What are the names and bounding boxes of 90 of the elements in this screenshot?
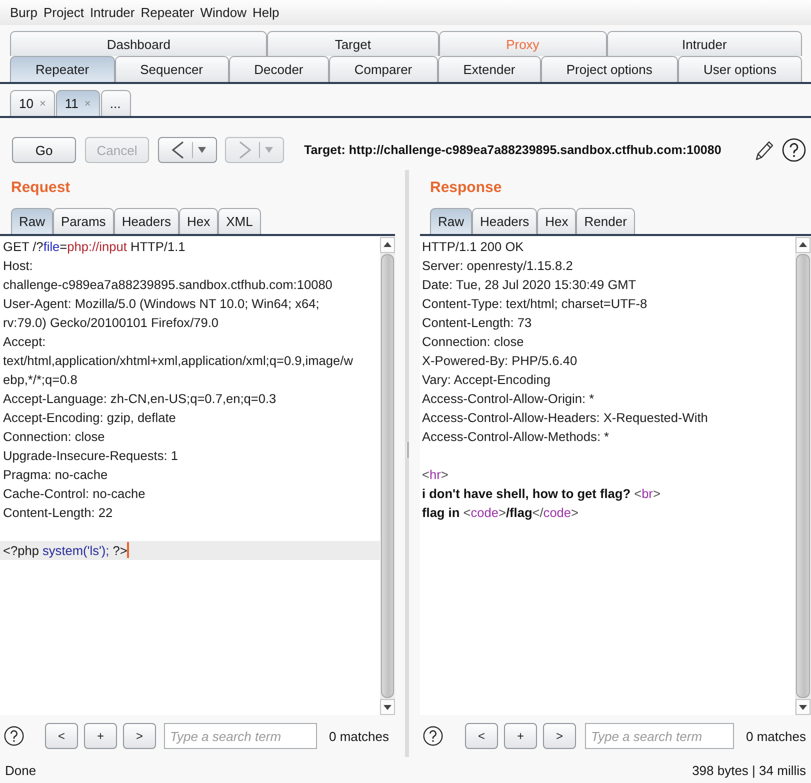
search-field[interactable]: Type a search term <box>585 723 734 749</box>
pencil-icon[interactable] <box>754 139 774 161</box>
search-nav-button[interactable]: < <box>465 723 498 749</box>
code-line: Accept-Encoding: gzip, deflate <box>2 409 177 427</box>
match-count: 0 matches <box>329 728 389 744</box>
code-line: X-Powered-By: PHP/5.6.40 <box>421 352 578 370</box>
tool-tab[interactable]: Target <box>267 31 439 56</box>
tool-tab[interactable]: Repeater <box>10 56 115 82</box>
view-tab[interactable]: Headers <box>472 208 538 234</box>
tool-tab[interactable]: User options <box>678 56 802 82</box>
view-tab[interactable]: Hex <box>537 208 576 234</box>
text-editor[interactable] <box>0 237 395 715</box>
caret-down-icon <box>265 147 273 153</box>
status-text: Done <box>5 762 36 778</box>
view-tab[interactable]: Params <box>53 208 114 234</box>
code-line: Content-Type: text/html; charset=UTF-8 <box>421 295 648 313</box>
menu-item[interactable]: Burp <box>7 5 40 20</box>
code-line: Accept-Language: zh-CN,en-US;q=0.7,en;q=0.3 <box>2 390 278 408</box>
view-tab[interactable]: Raw <box>11 208 54 234</box>
code-line: rv:79.0) Gecko/20100101 Firefox/79.0 <box>2 314 220 332</box>
code-line: Vary: Accept-Encoding <box>421 371 552 389</box>
tool-tab[interactable]: Project options <box>540 56 678 82</box>
menu-item[interactable]: Help <box>249 5 282 20</box>
tool-tab[interactable]: Dashboard <box>10 31 268 56</box>
tool-tab[interactable]: Comparer <box>328 56 438 82</box>
code-line: Access-Control-Allow-Headers: X-Requested-With <box>421 409 709 427</box>
view-tab[interactable]: Render <box>576 208 635 234</box>
code-line: GET /?file=php://input HTTP/1.1 <box>2 238 186 256</box>
request-tab[interactable]: 10 × <box>10 90 55 116</box>
code-line: Access-Control-Allow-Origin: * <box>421 390 596 408</box>
code-line: ebp,*/*;q=0.8 <box>2 371 78 389</box>
match-count: 0 matches <box>746 728 806 744</box>
panel-title: Request <box>10 178 72 198</box>
code-line: text/html,application/xhtml+xml,application/xml;q=0.9,image/w <box>2 352 354 370</box>
response-stats: 398 bytes | 34 millis <box>692 762 806 778</box>
request-tab[interactable]: 11 × <box>56 90 100 116</box>
code-line: Connection: close <box>2 428 106 446</box>
code-line: Content-Length: 73 <box>421 314 533 332</box>
request-tab[interactable]: ... <box>100 90 131 116</box>
code-line: i don't have shell, how to get flag? <br> <box>421 485 662 503</box>
menu-item[interactable]: Intruder <box>86 5 138 20</box>
code-line: challenge-c989ea7a88239895.sandbox.ctfhub.com:10080 <box>2 276 334 294</box>
code-line: Connection: close <box>421 333 525 351</box>
menu-item[interactable]: Window <box>197 5 250 20</box>
menu-item[interactable]: Repeater <box>138 5 198 20</box>
text-cursor <box>127 542 130 558</box>
code-line: <hr> <box>421 466 450 484</box>
chevron-left-icon <box>171 141 185 159</box>
code-line: User-Agent: Mozilla/5.0 (Windows NT 10.0; Win64; x64; <box>2 295 320 313</box>
panel-title: Response <box>429 178 503 198</box>
help-icon[interactable] <box>4 726 24 746</box>
menu-item[interactable]: Project <box>40 5 87 20</box>
search-nav-button[interactable]: + <box>84 723 117 749</box>
code-line: Date: Tue, 28 Jul 2020 15:30:49 GMT <box>421 276 638 294</box>
toolbar-button[interactable]: Go <box>12 137 76 163</box>
search-field[interactable]: Type a search term <box>164 723 317 749</box>
back-button[interactable] <box>158 137 217 163</box>
chevron-right-icon <box>238 141 252 159</box>
vertical-scrollbar[interactable] <box>380 237 395 715</box>
text-editor[interactable] <box>420 237 811 715</box>
scrollbar-thumb[interactable] <box>796 254 810 698</box>
code-line: Access-Control-Allow-Methods: * <box>421 428 610 446</box>
code-line: Content-Length: 22 <box>2 504 114 522</box>
code-line: Host: <box>2 257 34 275</box>
tool-tab[interactable]: Sequencer <box>114 56 229 82</box>
code-line: Cache-Control: no-cache <box>2 485 146 503</box>
search-nav-button[interactable]: + <box>504 723 537 749</box>
code-line: Upgrade-Insecure-Requests: 1 <box>2 447 179 465</box>
code-line: Server: openresty/1.15.8.2 <box>421 257 574 275</box>
tool-tab[interactable]: Extender <box>438 56 541 82</box>
tool-tab[interactable]: Decoder <box>228 56 329 82</box>
search-nav-button[interactable]: < <box>45 723 78 749</box>
help-icon[interactable] <box>782 138 806 162</box>
scrollbar-thumb[interactable] <box>381 254 394 698</box>
splitter-handle[interactable] <box>406 442 408 458</box>
search-nav-button[interactable]: > <box>543 723 576 749</box>
target-url: Target: http://challenge-c989ea7a88239895.sandbox.ctfhub.com:10080 <box>304 143 722 157</box>
view-tab[interactable]: Headers <box>114 208 179 234</box>
code-line: Accept: <box>2 333 47 351</box>
search-nav-button[interactable]: > <box>123 723 156 749</box>
view-tab[interactable]: Raw <box>430 208 472 234</box>
vertical-scrollbar[interactable] <box>795 237 811 715</box>
code-line: Pragma: no-cache <box>2 466 109 484</box>
help-icon[interactable] <box>423 726 443 746</box>
tool-tab[interactable]: Intruder <box>606 31 802 56</box>
code-line: flag in <code>/flag</code> <box>421 504 580 522</box>
view-tab[interactable]: Hex <box>178 208 218 234</box>
caret-down-icon <box>198 147 206 153</box>
view-tab[interactable]: XML <box>218 208 261 234</box>
code-line: HTTP/1.1 200 OK <box>421 238 525 256</box>
